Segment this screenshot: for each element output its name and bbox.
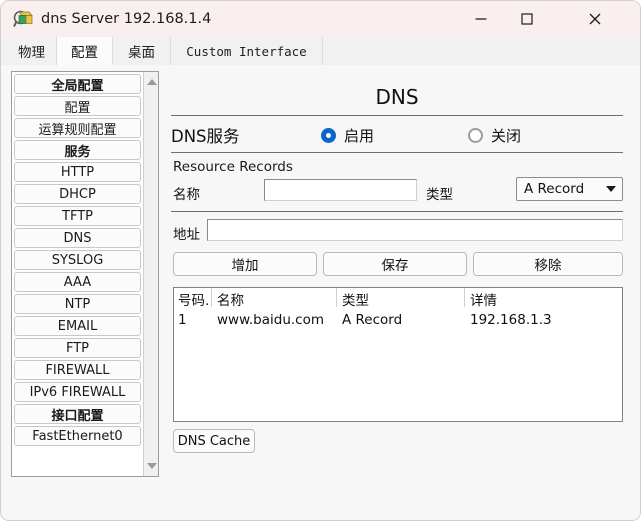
tab-custom-interface[interactable]: Custom Interface bbox=[171, 37, 323, 65]
window-title: dns Server 192.168.1.4 bbox=[41, 11, 212, 27]
triangle-down-icon[interactable] bbox=[144, 458, 158, 474]
server-config-window: dns Server 192.168.1.4 物理 配置 桌面 Custom I… bbox=[0, 0, 641, 521]
add-record-label: 增加 bbox=[231, 258, 259, 274]
dns-settings-panel: DNS DNS服务 启用 关闭 Resource Records 名称 类型 A… bbox=[171, 71, 623, 511]
sidebar-item-2[interactable]: 运算规则配置 bbox=[14, 118, 141, 138]
triangle-up-icon[interactable] bbox=[144, 74, 158, 90]
tab-label: 物理 bbox=[18, 45, 45, 61]
tab-config[interactable]: 配置 bbox=[57, 37, 113, 65]
name-input[interactable] bbox=[264, 179, 417, 201]
sidebar-item-label: SYSLOG bbox=[51, 252, 104, 268]
address-input[interactable] bbox=[207, 219, 623, 241]
remove-record-button[interactable]: 移除 bbox=[473, 252, 623, 276]
sidebar-item-0[interactable]: 全局配置 bbox=[14, 74, 141, 94]
sidebar-scrollbar[interactable] bbox=[143, 72, 158, 476]
sidebar-item-6[interactable]: TFTP bbox=[14, 206, 141, 226]
packet-tracer-server-icon bbox=[13, 9, 33, 29]
divider bbox=[171, 115, 623, 116]
type-label: 类型 bbox=[426, 187, 453, 203]
sidebar-item-label: TFTP bbox=[62, 208, 93, 224]
radio-on-label: 启用 bbox=[344, 127, 375, 145]
tab-label: 配置 bbox=[71, 44, 98, 61]
record-type-select[interactable]: A Record bbox=[516, 177, 623, 201]
sidebar-item-label: AAA bbox=[63, 274, 92, 290]
sidebar-item-label: 接口配置 bbox=[51, 408, 104, 424]
cell-name: www.baidu.com bbox=[217, 311, 325, 328]
sidebar-item-12[interactable]: FTP bbox=[14, 338, 141, 358]
tab-physical[interactable]: 物理 bbox=[7, 37, 57, 65]
sidebar-item-4[interactable]: HTTP bbox=[14, 162, 141, 182]
sidebar-item-14[interactable]: IPv6 FIREWALL bbox=[14, 382, 141, 402]
radio-off-label: 关闭 bbox=[491, 127, 522, 145]
cell-type: A Record bbox=[342, 311, 403, 328]
address-label: 地址 bbox=[173, 227, 200, 243]
page-title: DNS bbox=[375, 85, 419, 109]
radio-on-icon bbox=[321, 128, 336, 143]
maximize-icon[interactable] bbox=[504, 1, 550, 37]
column-header-type: 类型 bbox=[336, 288, 465, 309]
sidebar-panel: 全局配置配置运算规则配置 服务 HTTP DHCP TFTP DNS SYSLOG AAA NT… bbox=[11, 71, 159, 477]
dns-cache-label: DNS Cache bbox=[177, 433, 251, 449]
sidebar-item-label: FastEthernet0 bbox=[32, 428, 123, 444]
resource-records-label: Resource Records bbox=[173, 159, 293, 175]
sidebar-item-13[interactable]: FIREWALL bbox=[14, 360, 141, 380]
sidebar-item-9[interactable]: AAA bbox=[14, 272, 141, 292]
sidebar-item-label: 运算规则配置 bbox=[38, 122, 117, 138]
save-record-label: 保存 bbox=[381, 258, 409, 274]
tab-label: 桌面 bbox=[128, 45, 155, 61]
sidebar-item-5[interactable]: DHCP bbox=[14, 184, 141, 204]
save-record-button[interactable]: 保存 bbox=[323, 252, 467, 276]
cell-detail: 192.168.1.3 bbox=[470, 311, 552, 328]
title-bar: dns Server 192.168.1.4 bbox=[1, 1, 640, 37]
dns-cache-button[interactable]: DNS Cache bbox=[173, 429, 255, 453]
close-icon[interactable] bbox=[572, 1, 618, 37]
sidebar-item-label: 全局配置 bbox=[51, 78, 104, 94]
sidebar-item-label: NTP bbox=[64, 296, 91, 312]
dns-service-label: DNS服务 bbox=[171, 127, 240, 146]
content-area: 全局配置配置运算规则配置 服务 HTTP DHCP TFTP DNS SYSLOG AAA NT… bbox=[1, 65, 640, 520]
minimize-icon[interactable] bbox=[458, 1, 504, 37]
add-record-button[interactable]: 增加 bbox=[173, 252, 317, 276]
table-body: 1 www.baidu.com A Record 192.168.1.3 bbox=[174, 309, 622, 330]
sidebar-item-label: FIREWALL bbox=[45, 362, 110, 378]
sidebar-item-label: EMAIL bbox=[57, 318, 98, 334]
sidebar-item-label: IPv6 FIREWALL bbox=[29, 384, 126, 400]
records-table[interactable]: 号码. 名称 类型 详情 1 www.baidu.com A Record 192.1… bbox=[173, 287, 623, 422]
sidebar-item-16[interactable]: FastEthernet0 bbox=[14, 426, 141, 446]
tab-desktop[interactable]: 桌面 bbox=[113, 37, 171, 65]
cell-no: 1 bbox=[178, 311, 187, 328]
radio-dns-on[interactable]: 启用 bbox=[321, 125, 374, 146]
remove-record-label: 移除 bbox=[534, 258, 562, 274]
radio-dns-off[interactable]: 关闭 bbox=[468, 125, 521, 146]
sidebar-item-label: DHCP bbox=[59, 186, 96, 202]
sidebar-item-label: FTP bbox=[65, 340, 90, 356]
sidebar-item-label: 服务 bbox=[64, 144, 91, 160]
divider bbox=[171, 152, 623, 153]
divider bbox=[171, 211, 623, 212]
sidebar-item-8[interactable]: SYSLOG bbox=[14, 250, 141, 270]
sidebar-list: 全局配置配置运算规则配置 服务 HTTP DHCP TFTP DNS SYSLOG AAA NT… bbox=[12, 72, 143, 448]
sidebar-item-15[interactable]: 接口配置 bbox=[14, 404, 141, 424]
sidebar-item-label: 配置 bbox=[64, 100, 91, 116]
column-header-name: 名称 bbox=[211, 288, 337, 309]
name-label: 名称 bbox=[173, 187, 200, 203]
chevron-down-icon bbox=[600, 186, 622, 192]
tab-bar: 物理 配置 桌面 Custom Interface bbox=[1, 37, 640, 66]
record-type-value: A Record bbox=[524, 181, 585, 197]
sidebar-item-7[interactable]: DNS bbox=[14, 228, 141, 248]
radio-off-icon bbox=[468, 128, 483, 143]
sidebar-item-label: DNS bbox=[63, 230, 92, 246]
sidebar-item-11[interactable]: EMAIL bbox=[14, 316, 141, 336]
table-row[interactable]: 1 www.baidu.com A Record 192.168.1.3 bbox=[174, 309, 622, 330]
column-header-detail: 详情 bbox=[464, 288, 615, 309]
column-header-no: 号码. bbox=[178, 292, 210, 309]
sidebar-item-1[interactable]: 配置 bbox=[14, 96, 141, 116]
sidebar-item-10[interactable]: NTP bbox=[14, 294, 141, 314]
sidebar-item-3[interactable]: 服务 bbox=[14, 140, 141, 160]
tab-label: Custom Interface bbox=[186, 43, 307, 59]
table-header-row: 号码. 名称 类型 详情 bbox=[174, 288, 622, 309]
sidebar-item-label: HTTP bbox=[60, 164, 95, 180]
